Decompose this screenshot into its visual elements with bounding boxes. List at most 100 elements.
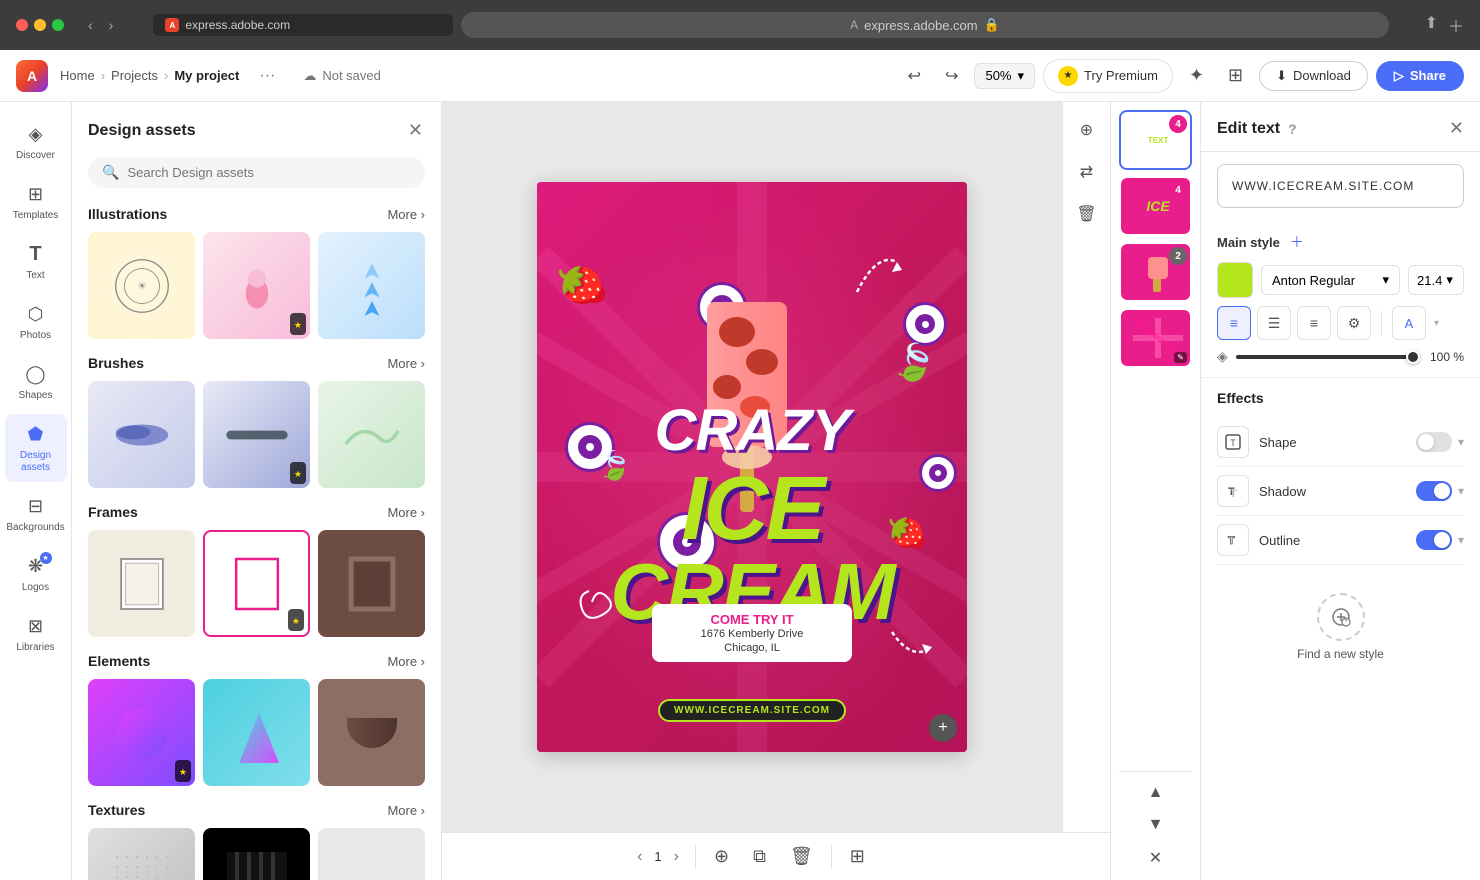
- font-color-swatch[interactable]: [1217, 262, 1253, 298]
- align-right-button[interactable]: ≡: [1297, 306, 1331, 340]
- layer-up-button[interactable]: ▲: [1144, 780, 1168, 806]
- edit-panel-close-button[interactable]: ✕: [1449, 118, 1464, 139]
- sidebar-item-discover[interactable]: ◈ Discover: [5, 114, 67, 170]
- shadow-toggle[interactable]: [1416, 481, 1452, 501]
- font-family-select[interactable]: Anton Regular ▾: [1261, 265, 1400, 295]
- textures-more[interactable]: More ›: [387, 803, 425, 818]
- search-box[interactable]: 🔍: [88, 157, 425, 188]
- illustration-item-2[interactable]: ★: [203, 232, 310, 339]
- browser-url-bar[interactable]: A express.adobe.com 🔒: [461, 12, 1388, 38]
- zoom-control[interactable]: 50% ▾: [974, 63, 1035, 89]
- canvas-area: ⊕ ⇄ 🗑: [442, 102, 1110, 880]
- grid-pages-button[interactable]: ⊞: [844, 840, 871, 873]
- help-icon[interactable]: ?: [1288, 121, 1297, 137]
- magic-wand-button[interactable]: ✦: [1181, 59, 1212, 92]
- canvas-overlay-tool-2[interactable]: ⇄: [1074, 156, 1099, 188]
- lock-icon: 🔒: [984, 17, 1000, 33]
- opacity-slider[interactable]: [1236, 355, 1420, 359]
- brush-item-1[interactable]: [88, 381, 195, 488]
- texture-item-2[interactable]: [203, 828, 310, 880]
- undo-button[interactable]: ↩: [900, 60, 929, 92]
- frame-item-1[interactable]: [88, 530, 195, 637]
- add-style-button[interactable]: ＋: [1290, 232, 1304, 252]
- elements-more[interactable]: More ›: [387, 654, 425, 669]
- text-preview-box[interactable]: WWW.ICECREAM.SITE.COM: [1217, 164, 1464, 208]
- panel-close-button[interactable]: ✕: [406, 118, 425, 143]
- text-settings-button[interactable]: ⚙: [1337, 306, 1371, 340]
- sidebar-item-photos[interactable]: ⬡ Photos: [5, 294, 67, 350]
- next-page-button[interactable]: ›: [670, 844, 683, 870]
- browser-tab[interactable]: A express.adobe.com: [153, 14, 453, 36]
- illustration-item-1[interactable]: ☀: [88, 232, 195, 339]
- canvas-overlay-delete[interactable]: 🗑: [1070, 198, 1102, 230]
- texture-item-1[interactable]: [88, 828, 195, 880]
- layer-close-button[interactable]: ✕: [1145, 844, 1166, 872]
- sidebar-item-text[interactable]: T Text: [5, 234, 67, 290]
- browser-back-button[interactable]: ‹: [84, 13, 97, 37]
- prev-page-button[interactable]: ‹: [633, 844, 646, 870]
- edit-panel-title: Edit text ?: [1217, 120, 1297, 138]
- share-browser-icon[interactable]: ⬆: [1425, 13, 1438, 37]
- font-size-input[interactable]: 21.4 ▾: [1408, 265, 1464, 295]
- element-item-2[interactable]: [203, 679, 310, 786]
- layer-item-3[interactable]: 2: [1119, 242, 1192, 302]
- element-item-1[interactable]: ★: [88, 679, 195, 786]
- minimize-window-button[interactable]: [34, 19, 46, 31]
- texture-item-3[interactable]: [318, 828, 425, 880]
- try-premium-button[interactable]: ★ Try Premium: [1043, 59, 1173, 93]
- frame-item-2[interactable]: ★: [203, 530, 310, 637]
- layer-item-4[interactable]: ✎: [1119, 308, 1192, 368]
- illustration-item-3[interactable]: [318, 232, 425, 339]
- shape-toggle[interactable]: [1416, 432, 1452, 452]
- sidebar-item-backgrounds[interactable]: ⊟ Backgrounds: [5, 486, 67, 542]
- illustrations-more[interactable]: More ›: [387, 207, 425, 222]
- new-tab-icon[interactable]: ＋: [1448, 13, 1464, 37]
- home-link[interactable]: Home: [60, 68, 95, 83]
- add-page-button[interactable]: ⊕: [708, 840, 735, 873]
- sidebar-item-libraries[interactable]: ⊠ Libraries: [5, 606, 67, 662]
- shadow-expand-icon[interactable]: ▾: [1458, 484, 1464, 498]
- text-style-button[interactable]: A: [1392, 306, 1426, 340]
- close-window-button[interactable]: [16, 19, 28, 31]
- grid-view-button[interactable]: ⊞: [1220, 59, 1251, 92]
- layer-down-button[interactable]: ▼: [1144, 812, 1168, 838]
- canvas-image[interactable]: 🍓 🍃 🍓 🍃 CRAZY ICE CREAM: [537, 182, 967, 752]
- brush-item-2[interactable]: ★: [203, 381, 310, 488]
- app-logo[interactable]: A: [16, 60, 48, 92]
- brush-item-3[interactable]: [318, 381, 425, 488]
- duplicate-page-button[interactable]: ⧉: [747, 840, 772, 873]
- opacity-fill: [1236, 355, 1420, 359]
- shape-expand-icon[interactable]: ▾: [1458, 435, 1464, 449]
- sidebar-item-shapes[interactable]: ◯ Shapes: [5, 354, 67, 410]
- header-actions: ↩ ↪ 50% ▾ ★ Try Premium ✦ ⊞ ⬇ Download ▷…: [900, 59, 1464, 93]
- layer-item-2[interactable]: ICE 4: [1119, 176, 1192, 236]
- more-options-button[interactable]: ···: [251, 63, 283, 89]
- frames-more[interactable]: More ›: [387, 505, 425, 520]
- frames-grid: ★: [88, 530, 425, 637]
- effect-row-shadow[interactable]: TT Shadow ▾: [1217, 467, 1464, 516]
- element-item-3[interactable]: [318, 679, 425, 786]
- sidebar-item-design-assets[interactable]: ⬟ Design assets: [5, 414, 67, 482]
- frame-item-3[interactable]: [318, 530, 425, 637]
- redo-button[interactable]: ↪: [937, 60, 966, 92]
- canvas-overlay-tool-1[interactable]: ⊕: [1074, 114, 1099, 146]
- sidebar-item-templates[interactable]: ⊞ Templates: [5, 174, 67, 230]
- effect-row-shape[interactable]: T Shape ▾: [1217, 418, 1464, 467]
- outline-expand-icon[interactable]: ▾: [1458, 533, 1464, 547]
- sidebar-item-logos[interactable]: ❋★ Logos: [5, 546, 67, 602]
- maximize-window-button[interactable]: [52, 19, 64, 31]
- canvas-add-element-button[interactable]: +: [929, 714, 957, 742]
- share-button[interactable]: ▷ Share: [1376, 61, 1464, 91]
- layer-item-1[interactable]: TEXT 4: [1119, 110, 1192, 170]
- delete-page-button[interactable]: 🗑: [784, 840, 819, 873]
- find-new-style-button[interactable]: [1317, 593, 1365, 641]
- download-button[interactable]: ⬇ Download: [1259, 61, 1368, 91]
- search-input[interactable]: [127, 165, 411, 180]
- browser-forward-button[interactable]: ›: [105, 13, 118, 37]
- outline-toggle[interactable]: [1416, 530, 1452, 550]
- align-center-button[interactable]: ☰: [1257, 306, 1291, 340]
- effect-row-outline[interactable]: T Outline ▾: [1217, 516, 1464, 565]
- brushes-more[interactable]: More ›: [387, 356, 425, 371]
- align-left-button[interactable]: ≡: [1217, 306, 1251, 340]
- projects-link[interactable]: Projects: [111, 68, 158, 83]
